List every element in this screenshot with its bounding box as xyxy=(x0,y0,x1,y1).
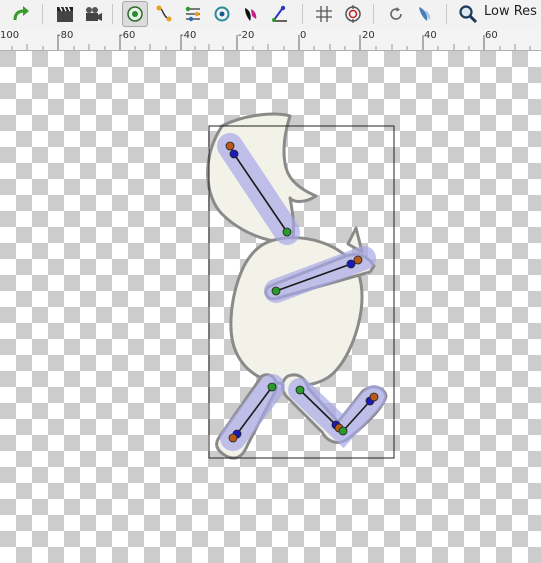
rotate-icon xyxy=(214,6,230,22)
rotate-tool-button[interactable] xyxy=(209,1,235,27)
horizontal-ruler[interactable]: 100 -80 -60 -40 -20 0 20 40 60 xyxy=(0,29,541,51)
toggle-background-button[interactable] xyxy=(412,1,438,27)
head-bone-tip-handle[interactable] xyxy=(225,141,235,151)
preview-button[interactable] xyxy=(80,1,106,27)
ruler-label: 20 xyxy=(362,30,375,41)
toolbar: Low Res xyxy=(0,0,541,30)
smooth-move-icon xyxy=(156,5,172,22)
bone-icon xyxy=(272,5,287,22)
background-rendering-icon xyxy=(419,7,431,21)
scale-tool-button[interactable] xyxy=(180,1,206,27)
smooth-move-tool-button[interactable] xyxy=(151,1,177,27)
bone-tool-button[interactable] xyxy=(267,1,293,27)
ruler-ticks xyxy=(11,35,531,50)
toolbar-separator xyxy=(302,4,303,24)
toolbar-separator xyxy=(42,4,43,24)
toolbar-separator xyxy=(112,4,113,24)
arm-bone-origin-handle[interactable] xyxy=(271,286,281,296)
grid-icon xyxy=(316,6,332,22)
magnifier-icon xyxy=(459,5,478,24)
head-bone-origin-handle[interactable] xyxy=(282,227,292,237)
toolbar-separator xyxy=(446,4,447,24)
refresh-icon xyxy=(390,7,402,20)
ruler-label: 60 xyxy=(485,30,498,41)
show-grid-button[interactable] xyxy=(311,1,337,27)
right-leg-lower-origin-handle[interactable] xyxy=(338,426,348,436)
low-res-label: Low Res xyxy=(484,4,537,19)
arm-bone-tip-handle[interactable] xyxy=(353,255,363,265)
ruler-label: 0 xyxy=(300,30,307,41)
canvas-svg[interactable] xyxy=(0,51,541,563)
ruler-label: -60 xyxy=(119,30,136,41)
circle-target-icon xyxy=(127,6,143,22)
onion-skin-icon xyxy=(345,5,361,23)
canvas-workarea[interactable] xyxy=(0,51,541,563)
camera-icon xyxy=(86,7,102,21)
ruler-label: -40 xyxy=(180,30,197,41)
clapperboard-icon xyxy=(57,6,73,22)
scale-icon xyxy=(185,6,200,22)
ruler-label: -20 xyxy=(238,30,255,41)
right-leg-bone-origin-handle[interactable] xyxy=(295,385,305,395)
right-leg-lower-tip-handle[interactable] xyxy=(369,392,379,402)
render-settings-button[interactable] xyxy=(52,1,78,27)
transform-tool-button[interactable] xyxy=(122,1,148,27)
left-leg-bone-origin-handle[interactable] xyxy=(267,382,277,392)
ruler-label: -80 xyxy=(57,30,74,41)
toolbar-separator xyxy=(373,4,374,24)
mirror-icon xyxy=(245,8,257,21)
low-res-button[interactable] xyxy=(455,1,481,27)
left-leg-bone-tip-handle[interactable] xyxy=(228,433,238,443)
head-bone-joint-handle[interactable] xyxy=(229,149,239,159)
onion-skin-button[interactable] xyxy=(340,1,366,27)
redo-arrow-icon xyxy=(13,6,29,21)
mirror-tool-button[interactable] xyxy=(238,1,264,27)
ruler-label: 40 xyxy=(424,30,437,41)
refresh-button[interactable] xyxy=(383,1,409,27)
redo-button[interactable] xyxy=(8,1,34,27)
ruler-label: 100 xyxy=(0,30,20,41)
